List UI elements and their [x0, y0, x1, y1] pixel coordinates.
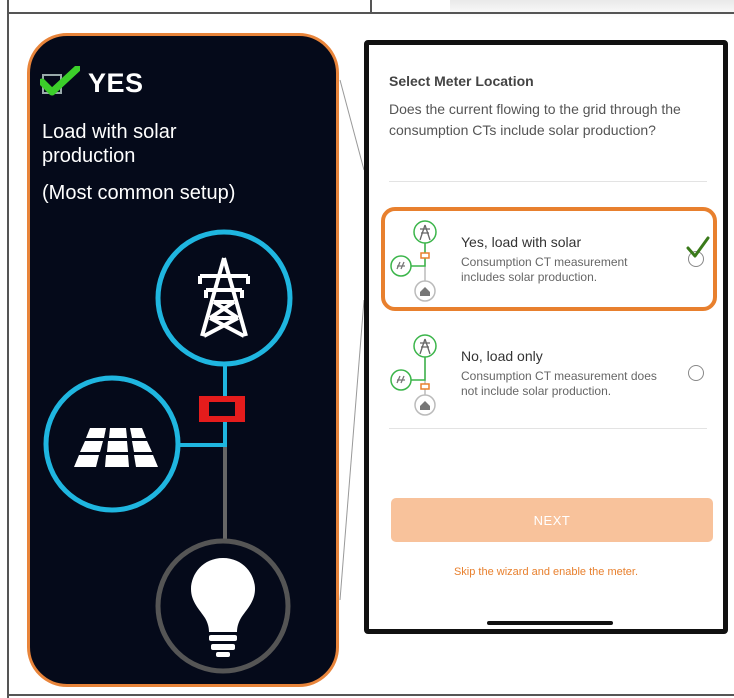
option-description: Consumption CT measurement does not incl…: [461, 369, 657, 398]
divider: [389, 181, 707, 182]
page-title: Select Meter Location: [389, 73, 534, 89]
phone-screen: Select Meter Location Does the current f…: [364, 40, 728, 634]
solar-panel-icon: [43, 375, 181, 513]
option-no-load-only[interactable]: No, load only Consumption CT measurement…: [389, 322, 707, 432]
skip-wizard-link[interactable]: Skip the wizard and enable the meter.: [369, 566, 723, 578]
mini-diagram-icon: [390, 334, 437, 416]
option-title: No, load only: [461, 348, 543, 364]
selection-highlight: [381, 207, 717, 311]
illustration-card: YES Load with solar production (Most com…: [27, 33, 339, 687]
radio-button[interactable]: [688, 365, 704, 381]
lightbulb-icon: [155, 538, 291, 674]
next-button[interactable]: NEXT: [391, 498, 713, 542]
transmission-tower-icon: [155, 229, 293, 367]
home-indicator: [487, 621, 613, 625]
question-text: Does the current flowing to the grid thr…: [389, 101, 681, 138]
energy-flow-diagram: [43, 229, 293, 674]
divider: [389, 428, 707, 429]
meter-icon: [199, 396, 245, 422]
